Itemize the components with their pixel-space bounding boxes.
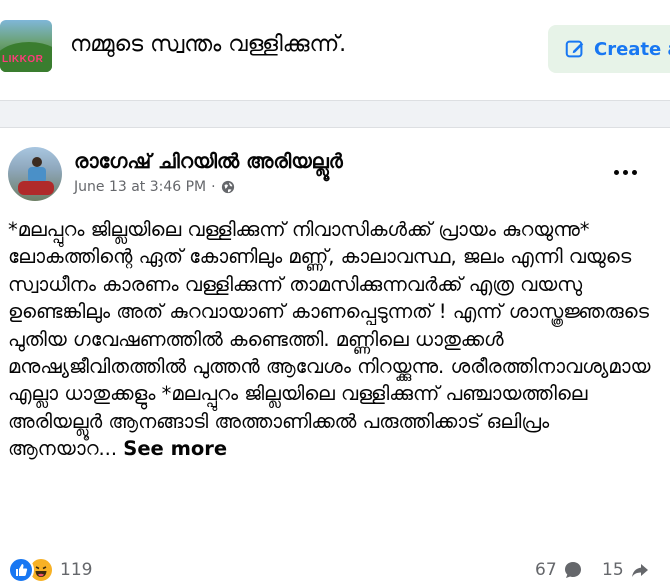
post-card: രാഗേഷ് ചിറയിൽ അരിയല്ലൂർ June 13 at 3:46 … xyxy=(0,127,670,588)
comments-count-button[interactable]: 67 xyxy=(535,560,583,580)
thumbnail-logo-text: LIKKOR xyxy=(2,54,44,65)
shares-count: 15 xyxy=(602,560,624,580)
avatar-bike xyxy=(18,181,54,195)
see-more-link[interactable]: See more xyxy=(123,437,227,460)
more-dot-icon xyxy=(622,169,628,175)
post-meta: June 13 at 3:46 PM · xyxy=(74,179,235,195)
group-thumbnail[interactable]: LIKKOR xyxy=(0,20,52,72)
author-name[interactable]: രാഗേഷ് ചിറയിൽ അരിയല്ലൂർ xyxy=(74,149,343,173)
meta-separator: · xyxy=(211,179,216,195)
edit-icon xyxy=(565,40,584,58)
post-body: *മലപ്പുറം ജില്ലയിലെ വള്ളിക്കുന്ന് നിവാസി… xyxy=(8,216,658,463)
group-header: LIKKOR നമ്മുടെ സ്വന്തം വള്ളിക്കുന്ന്. Cr… xyxy=(0,0,670,101)
author-avatar[interactable] xyxy=(8,147,62,201)
comments-count: 67 xyxy=(535,560,557,580)
share-icon xyxy=(631,564,648,577)
globe-icon[interactable] xyxy=(221,180,235,194)
post-text: *മലപ്പുറം ജില്ലയിലെ വള്ളിക്കുന്ന് നിവാസി… xyxy=(8,218,651,461)
comment-icon xyxy=(564,562,581,578)
more-dot-icon xyxy=(631,169,637,175)
create-post-label: Create a xyxy=(594,38,670,60)
like-reaction-icon xyxy=(8,557,34,583)
post-options-button[interactable] xyxy=(605,158,645,186)
create-post-button[interactable]: Create a xyxy=(548,25,670,73)
reactions-summary[interactable]: 119 xyxy=(8,557,93,583)
avatar-head xyxy=(32,157,42,167)
more-dot-icon xyxy=(613,169,619,175)
reaction-count: 119 xyxy=(60,560,93,580)
group-name[interactable]: നമ്മുടെ സ്വന്തം വള്ളിക്കുന്ന്. xyxy=(70,32,346,57)
post-date[interactable]: June 13 at 3:46 PM xyxy=(74,179,206,195)
shares-count-button[interactable]: 15 xyxy=(602,560,650,580)
